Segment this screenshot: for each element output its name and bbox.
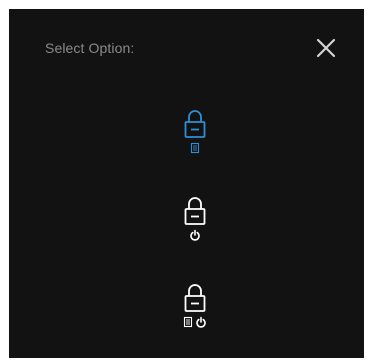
lock-icon bbox=[184, 284, 206, 312]
lock-icon bbox=[184, 197, 206, 225]
power-icon bbox=[190, 229, 200, 241]
close-icon bbox=[316, 38, 336, 58]
lock-screen-option[interactable] bbox=[167, 105, 223, 165]
close-button[interactable] bbox=[315, 37, 337, 59]
dialog-title: Select Option: bbox=[45, 40, 135, 56]
screen-icon bbox=[183, 316, 193, 328]
screen-icon bbox=[190, 142, 200, 154]
select-option-dialog: Select Option: bbox=[9, 9, 364, 358]
lock-icon bbox=[184, 110, 206, 138]
power-icon bbox=[196, 316, 206, 328]
lock-screen-power-option[interactable] bbox=[167, 279, 223, 339]
lock-power-option[interactable] bbox=[167, 192, 223, 252]
